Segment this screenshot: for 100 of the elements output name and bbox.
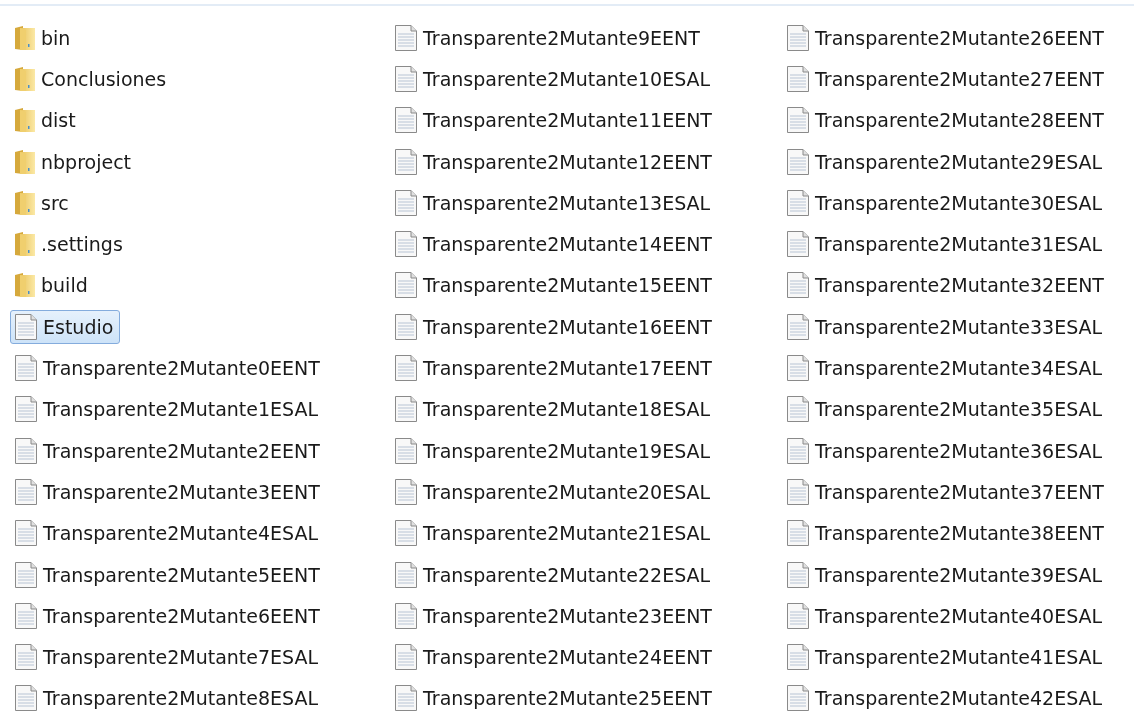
file-list-item[interactable]: Transparente2Mutante11EENT: [390, 103, 719, 138]
file-list-item[interactable]: Transparente2Mutante3EENT: [10, 474, 327, 509]
document-icon: [14, 601, 38, 630]
file-list-item[interactable]: Transparente2Mutante18ESAL: [390, 392, 718, 427]
document-icon: [14, 312, 38, 341]
document-icon: [786, 147, 810, 176]
folder-icon: [14, 24, 36, 51]
document-icon: [786, 230, 810, 259]
document-icon: [786, 106, 810, 135]
document-icon: [14, 477, 38, 506]
folder-icon: [14, 65, 36, 92]
file-list-item[interactable]: Transparente2Mutante32EENT: [782, 268, 1111, 303]
file-list-item[interactable]: Transparente2Mutante41ESAL: [782, 640, 1110, 675]
document-icon: [394, 601, 418, 630]
file-list-item[interactable]: Transparente2Mutante28EENT: [782, 103, 1111, 138]
file-list-item[interactable]: Transparente2Mutante34ESAL: [782, 351, 1110, 385]
document-icon: [14, 560, 38, 589]
document-icon: [786, 519, 810, 548]
file-list-item[interactable]: Transparente2Mutante4ESAL: [10, 516, 326, 551]
folder-icon: [14, 189, 36, 216]
file-list-item[interactable]: Transparente2Mutante2EENT: [10, 433, 327, 468]
document-icon: [394, 106, 418, 135]
file-list-item[interactable]: Transparente2Mutante6EENT: [10, 598, 327, 633]
file-list-item[interactable]: Transparente2Mutante14EENT: [390, 227, 719, 262]
document-icon: [786, 23, 810, 52]
file-list-item[interactable]: Transparente2Mutante12EENT: [390, 144, 719, 179]
document-icon: [786, 601, 810, 630]
document-icon: [786, 188, 810, 217]
document-icon: [394, 147, 418, 176]
file-list-item[interactable]: Transparente2Mutante25EENT: [390, 681, 719, 716]
document-icon: [786, 64, 810, 93]
document-icon: [786, 560, 810, 589]
file-list-item[interactable]: Transparente2Mutante33ESAL: [782, 309, 1110, 344]
file-list-item[interactable]: dist: [10, 103, 83, 138]
file-list-item[interactable]: Transparente2Mutante16EENT: [390, 309, 719, 344]
file-list-item[interactable]: Transparente2Mutante7ESAL: [10, 640, 326, 675]
document-icon: [14, 519, 38, 548]
document-icon: [394, 271, 418, 300]
file-list-item[interactable]: Transparente2Mutante13ESAL: [390, 185, 718, 220]
file-list-item[interactable]: Transparente2Mutante10ESAL: [390, 61, 718, 96]
document-icon: [786, 312, 810, 341]
file-list-item[interactable]: build: [10, 268, 95, 303]
file-list-item[interactable]: Transparente2Mutante27EENT: [782, 61, 1111, 96]
file-list-item[interactable]: Transparente2Mutante5EENT: [10, 557, 327, 592]
file-list-item[interactable]: src: [10, 185, 76, 220]
file-list-item[interactable]: Transparente2Mutante40ESAL: [782, 598, 1110, 633]
document-icon: [14, 643, 38, 672]
file-list-item[interactable]: Transparente2Mutante37EENT: [782, 474, 1111, 509]
document-icon: [14, 436, 38, 465]
document-icon: [394, 643, 418, 672]
document-icon: [394, 477, 418, 506]
file-list-item[interactable]: Transparente2Mutante19ESAL: [390, 433, 718, 468]
file-list-item[interactable]: Transparente2Mutante22ESAL: [390, 557, 718, 592]
file-list-item[interactable]: Transparente2Mutante17EENT: [390, 351, 719, 385]
document-icon: [394, 230, 418, 259]
document-icon: [394, 312, 418, 341]
file-list-item[interactable]: Transparente2Mutante26EENT: [782, 20, 1111, 55]
file-list-item[interactable]: Transparente2Mutante29ESAL: [782, 144, 1110, 179]
file-list-item[interactable]: Transparente2Mutante8ESAL: [10, 681, 326, 716]
file-list-item[interactable]: bin: [10, 20, 78, 55]
folder-icon: [14, 107, 36, 134]
file-list-item[interactable]: Estudio: [10, 309, 121, 344]
file-list-item[interactable]: Transparente2Mutante21ESAL: [390, 516, 718, 551]
document-icon: [394, 23, 418, 52]
file-list-item[interactable]: Transparente2Mutante15EENT: [390, 268, 719, 303]
folder-icon: [14, 231, 36, 258]
file-list-item[interactable]: Transparente2Mutante20ESAL: [390, 474, 718, 509]
file-list-item[interactable]: Transparente2Mutante9EENT: [390, 20, 707, 55]
document-icon: [394, 560, 418, 589]
document-icon: [394, 354, 418, 382]
document-icon: [786, 436, 810, 465]
file-list-item[interactable]: Transparente2Mutante24EENT: [390, 640, 719, 675]
document-icon: [786, 643, 810, 672]
document-icon: [786, 395, 810, 424]
document-icon: [394, 188, 418, 217]
document-icon: [786, 354, 810, 382]
file-list-item[interactable]: Transparente2Mutante31ESAL: [782, 227, 1110, 262]
file-list-item[interactable]: Transparente2Mutante36ESAL: [782, 433, 1110, 468]
file-list-item[interactable]: Transparente2Mutante35ESAL: [782, 392, 1110, 427]
file-list-item[interactable]: Transparente2Mutante39ESAL: [782, 557, 1110, 592]
file-list-item[interactable]: nbproject: [10, 144, 139, 179]
document-icon: [394, 684, 418, 713]
document-icon: [14, 354, 38, 382]
file-list-item[interactable]: Transparente2Mutante38EENT: [782, 516, 1111, 551]
document-icon: [786, 477, 810, 506]
file-list-item[interactable]: Transparente2Mutante30ESAL: [782, 185, 1110, 220]
folder-icon: [14, 148, 36, 175]
document-icon: [394, 436, 418, 465]
document-icon: [394, 519, 418, 548]
document-icon: [14, 684, 38, 713]
file-list-item[interactable]: Transparente2Mutante1ESAL: [10, 392, 326, 427]
file-list-item[interactable]: Transparente2Mutante23EENT: [390, 598, 719, 633]
document-icon: [786, 271, 810, 300]
file-list-item[interactable]: .settings: [10, 227, 130, 262]
file-list-item[interactable]: Conclusiones: [10, 61, 174, 96]
file-list-item[interactable]: Transparente2Mutante0EENT: [10, 351, 327, 385]
file-list-item[interactable]: Transparente2Mutante42ESAL: [782, 681, 1110, 716]
document-icon: [394, 64, 418, 93]
folder-icon: [14, 272, 36, 299]
document-icon: [394, 395, 418, 424]
